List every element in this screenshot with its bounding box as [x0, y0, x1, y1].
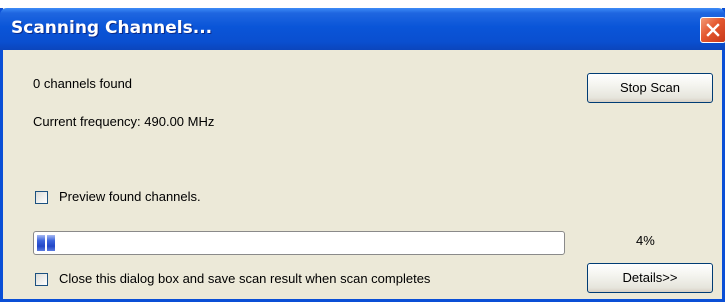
- title-bar[interactable]: Scanning Channels...: [0, 8, 725, 50]
- stop-scan-button[interactable]: Stop Scan: [587, 73, 713, 103]
- dialog-title: Scanning Channels...: [11, 18, 213, 38]
- close-save-label: Close this dialog box and save scan resu…: [59, 271, 431, 286]
- details-button[interactable]: Details>>: [587, 263, 713, 293]
- current-frequency-text: Current frequency: 490.00 MHz: [33, 114, 215, 129]
- progress-fill: [37, 235, 55, 251]
- scan-progress-bar: [33, 231, 565, 255]
- scan-dialog: Scanning Channels... 0 channels found Cu…: [0, 8, 725, 302]
- channels-found-text: 0 channels found: [33, 76, 133, 91]
- preview-checkbox[interactable]: [35, 191, 48, 204]
- preview-label: Preview found channels.: [59, 189, 201, 204]
- progress-block: [47, 235, 55, 251]
- progress-percent: 4%: [636, 233, 655, 248]
- close-button[interactable]: [700, 17, 725, 43]
- stop-scan-label: Stop Scan: [620, 80, 680, 95]
- close-save-checkbox[interactable]: [35, 273, 48, 286]
- close-x-icon: [706, 23, 720, 37]
- details-label: Details>>: [622, 270, 678, 285]
- progress-block: [37, 235, 45, 251]
